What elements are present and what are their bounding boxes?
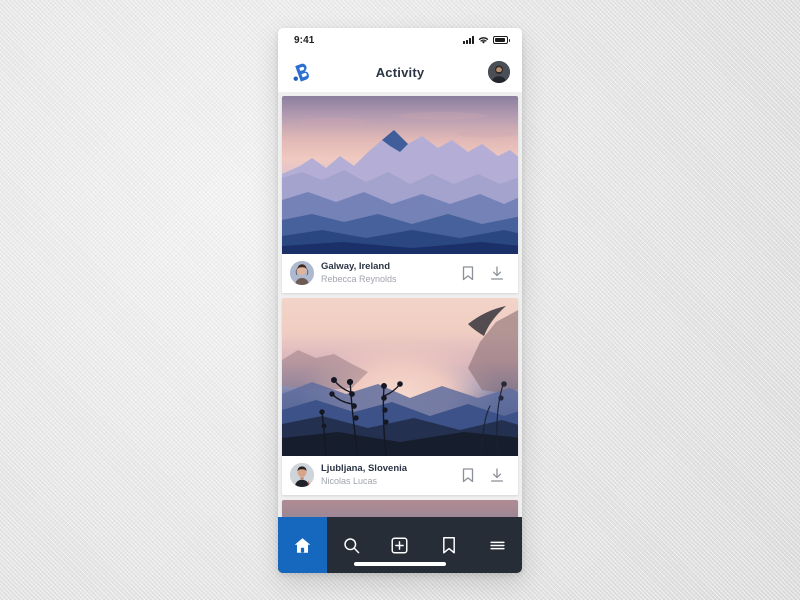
feed-card[interactable]: Galway, Ireland Rebecca Reynolds: [282, 96, 518, 294]
home-icon: [294, 537, 311, 553]
author-avatar[interactable]: [290, 463, 314, 488]
card-author: Rebecca Reynolds: [321, 273, 397, 284]
card-location: Galway, Ireland: [321, 261, 390, 272]
hamburger-menu-icon: [490, 541, 505, 549]
avatar-image: [488, 61, 510, 83]
card-text: Galway, Ireland Rebecca Reynolds: [321, 261, 455, 285]
bookmark-icon: [442, 536, 455, 553]
search-icon: [343, 537, 360, 553]
download-icon[interactable]: [490, 265, 504, 281]
status-bar-icons: [463, 36, 510, 45]
card-author: Nicolas Lucas: [321, 476, 378, 486]
cellular-signal-icon: [463, 36, 474, 44]
mountain-photo-art: [282, 112, 518, 254]
tab-home[interactable]: [278, 517, 327, 573]
card-caption: Ljubljana, Slovenia Nicolas Lucas: [282, 456, 518, 496]
app-header: Activity: [278, 52, 522, 92]
avatar-image: [290, 463, 314, 488]
page-title: Activity: [375, 64, 425, 80]
feed-card[interactable]: Ljubljana, Slovenia Nicolas Lucas: [282, 298, 518, 496]
card-actions: [462, 265, 508, 281]
app-logo-b-icon[interactable]: [290, 61, 312, 83]
activity-feed[interactable]: Galway, Ireland Rebecca Reynolds Ljublja…: [278, 92, 522, 573]
card-location: Ljubljana, Slovenia: [321, 463, 408, 475]
download-icon[interactable]: [490, 468, 504, 483]
tab-menu[interactable]: [473, 517, 522, 573]
home-indicator: [354, 562, 446, 566]
card-photo[interactable]: [282, 298, 518, 457]
battery-icon: [493, 36, 510, 44]
phone-frame: 9:41 Activity Galway, Ireland Rebecca Re…: [278, 28, 522, 573]
bookmark-icon[interactable]: [462, 468, 474, 483]
wifi-icon: [478, 36, 489, 44]
card-caption: Galway, Ireland Rebecca Reynolds: [282, 254, 518, 294]
card-photo[interactable]: [282, 96, 518, 254]
bookmark-icon[interactable]: [462, 265, 474, 281]
dusk-plants-photo-art: [282, 306, 518, 457]
status-bar-time: 9:41: [294, 34, 315, 46]
status-bar: 9:41: [278, 28, 522, 52]
avatar-image: [290, 261, 314, 286]
profile-avatar[interactable]: [488, 61, 510, 83]
card-actions: [462, 468, 508, 483]
add-plus-square-icon: [391, 537, 408, 553]
author-avatar[interactable]: [290, 261, 314, 286]
card-text: Ljubljana, Slovenia Nicolas Lucas: [321, 463, 455, 487]
